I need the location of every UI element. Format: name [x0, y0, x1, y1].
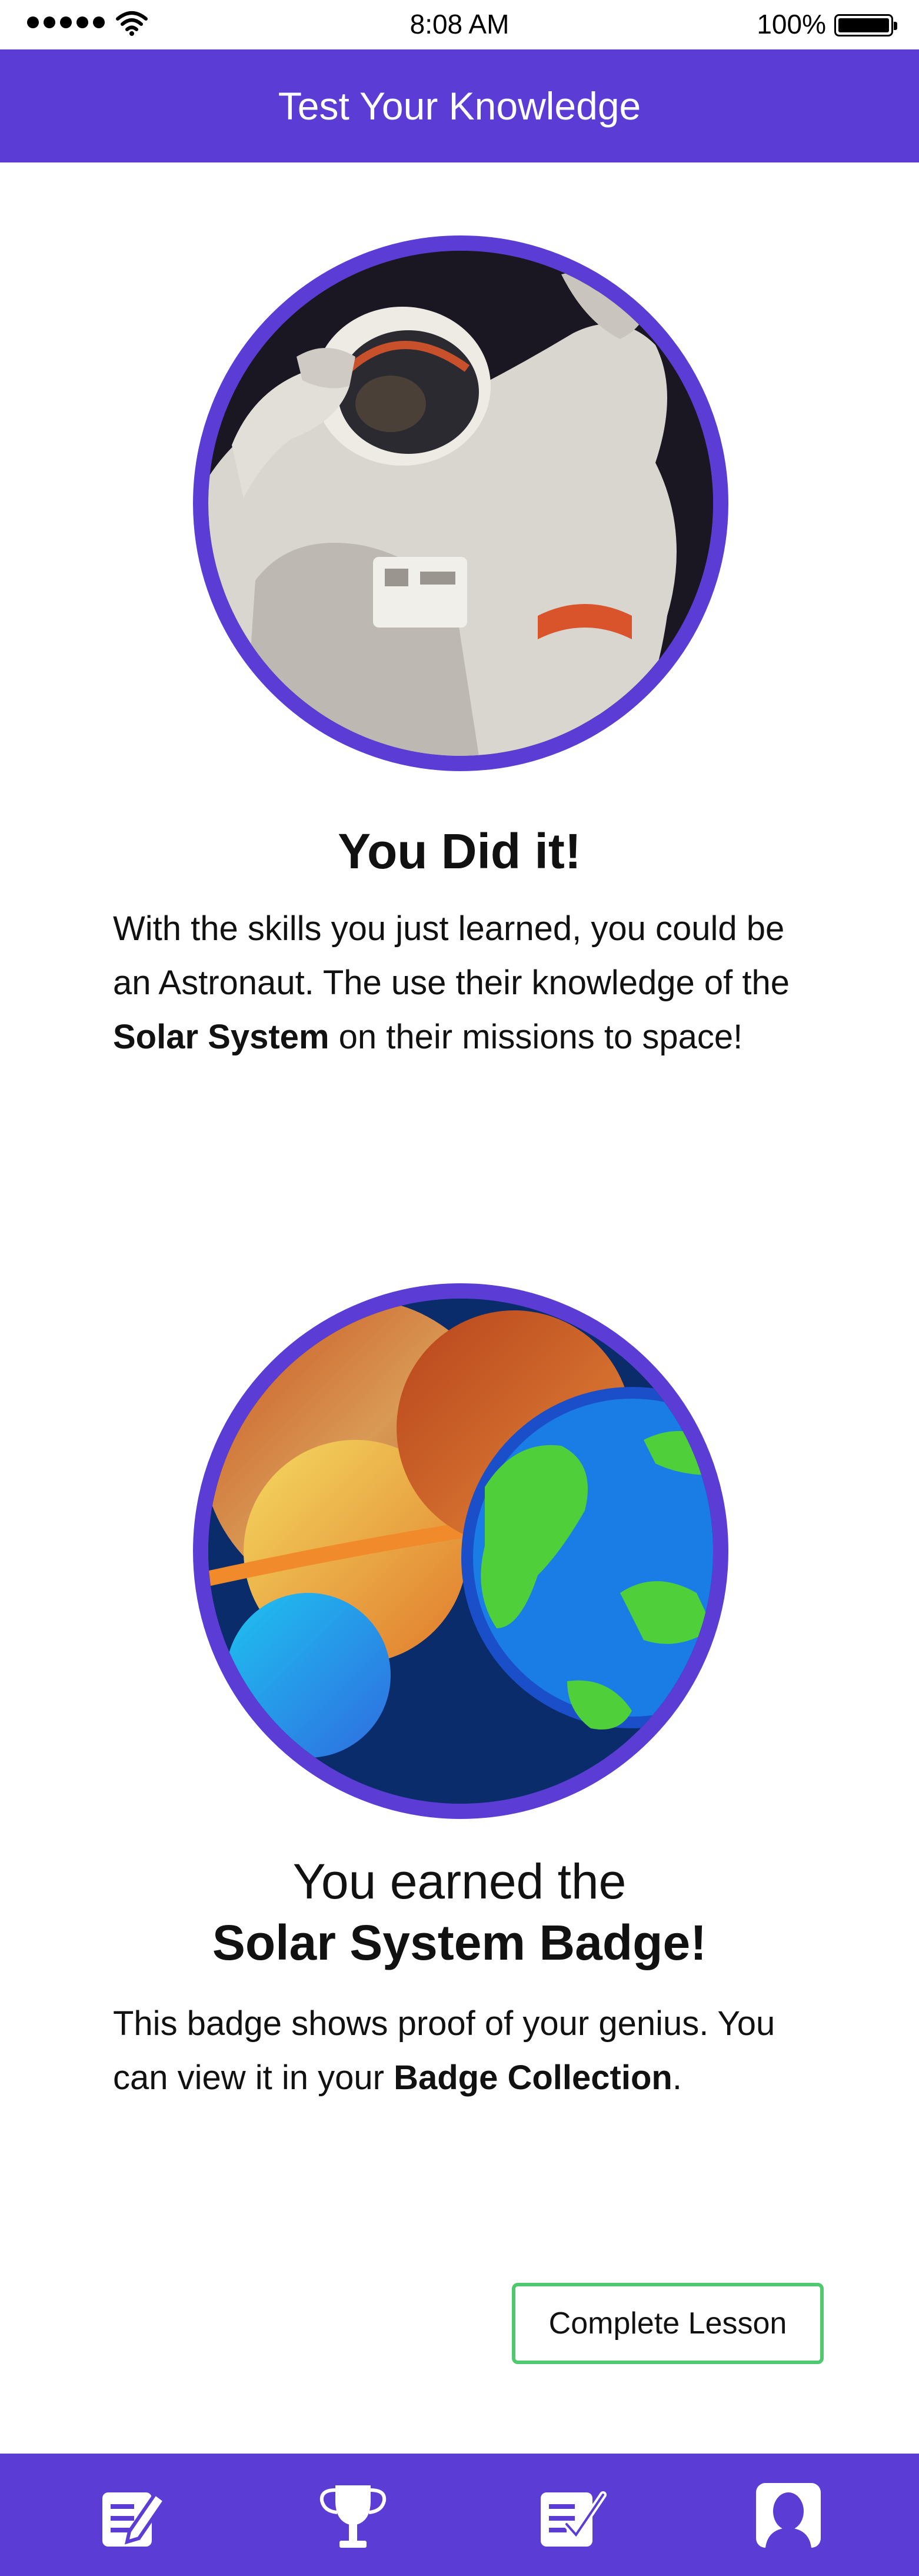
badge-message-end: . — [672, 2059, 682, 2097]
complete-lesson-button[interactable]: Complete Lesson — [512, 2283, 824, 2364]
result-heading: You Did it! — [338, 824, 581, 879]
tab-profile[interactable] — [744, 2471, 833, 2560]
trophy-icon — [319, 2485, 387, 2548]
result-message-text: With the skills you just learned, you co… — [113, 909, 790, 1002]
battery-percentage: 100% — [757, 9, 826, 39]
tab-lessons[interactable] — [88, 2471, 177, 2560]
badge-heading-line2: Solar System Badge! — [212, 1915, 707, 1970]
badge-heading-line1: You earned the — [292, 1854, 627, 1909]
profile-icon — [756, 2483, 821, 2548]
result-message-bold: Solar System — [113, 1018, 329, 1056]
badge-collection-link: Badge Collection — [394, 2059, 672, 2097]
page-title: Test Your Knowledge — [278, 84, 641, 128]
checklist-icon — [541, 2491, 607, 2547]
solar-system-badge-image — [193, 1283, 728, 1819]
tab-achievements[interactable] — [309, 2471, 397, 2560]
app-header: Test Your Knowledge — [0, 49, 919, 162]
badge-message: This badge shows proof of your genius. Y… — [113, 1997, 819, 2105]
tab-quizzes[interactable] — [527, 2471, 615, 2560]
tab-bar — [0, 2454, 919, 2576]
status-bar: 8:08 AM 100% — [0, 0, 919, 49]
result-message-end: on their missions to space! — [329, 1018, 743, 1056]
astronaut-image — [193, 235, 728, 771]
result-message: With the skills you just learned, you co… — [113, 902, 819, 1064]
battery-icon — [834, 14, 897, 36]
lesson-edit-icon — [102, 2491, 168, 2547]
